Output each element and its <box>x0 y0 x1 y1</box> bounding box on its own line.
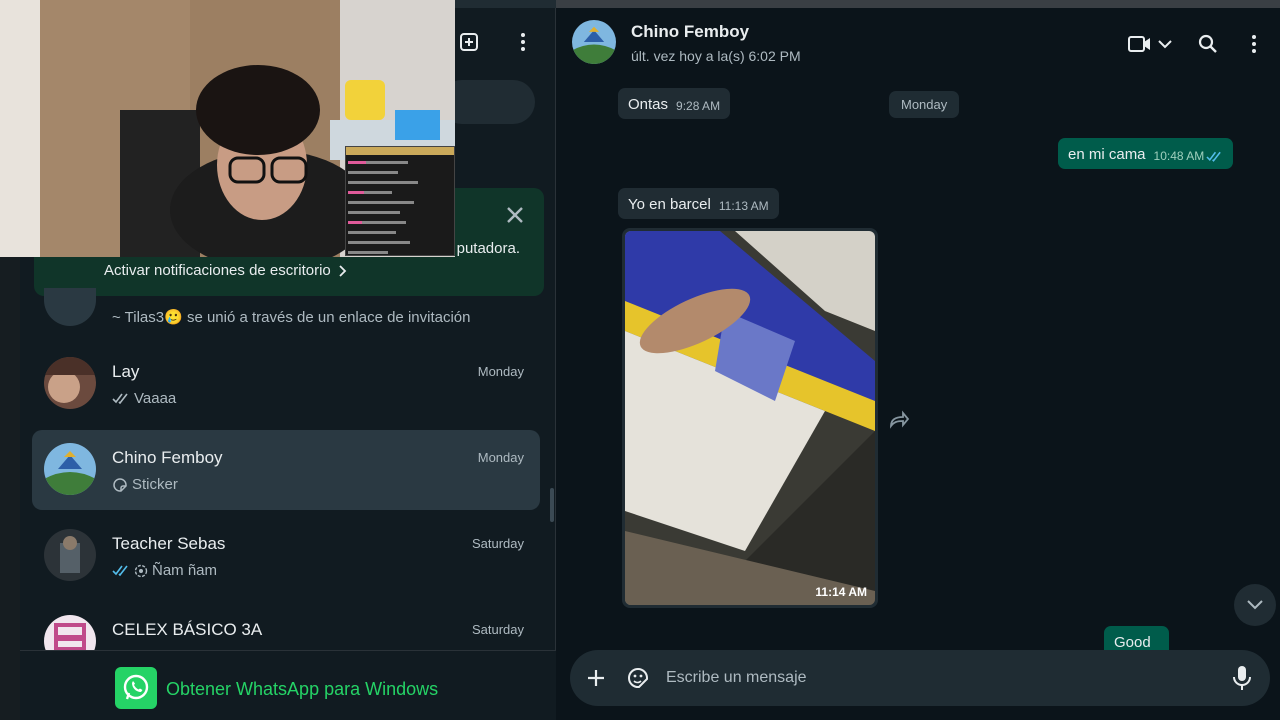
chat-item-teacher-sebas[interactable]: Teacher Sebas Saturday Ñam ñam <box>32 516 540 596</box>
message-time: 9:28 AM <box>676 99 721 113</box>
message-text: en mi cama <box>1068 146 1146 163</box>
day-divider: Monday <box>889 91 960 118</box>
message-text: Yo en barcel <box>628 196 711 213</box>
chat-time: Monday <box>477 364 524 379</box>
view-once-icon <box>134 564 148 577</box>
photo-image[interactable]: 11:14 AM <box>625 231 875 605</box>
read-receipt-icon <box>112 393 128 404</box>
menu-icon[interactable] <box>1242 32 1266 56</box>
message-input[interactable] <box>666 660 1206 696</box>
message-meta: 10:48 AM <box>1154 149 1224 163</box>
sticker-icon <box>113 477 127 492</box>
sidebar-scrollbar[interactable] <box>550 488 554 522</box>
notification-description: putadora. <box>456 240 520 257</box>
message-composer <box>570 650 1270 706</box>
chevron-down-icon <box>1158 40 1172 49</box>
video-call-button[interactable] <box>1126 32 1174 56</box>
contact-name: Chino Femboy <box>631 22 750 41</box>
message-time: 10:48 AM <box>1153 149 1205 163</box>
menu-icon[interactable] <box>511 30 535 54</box>
avatar <box>44 357 96 409</box>
avatar <box>44 288 96 326</box>
message-time: 11:14 AM <box>815 585 867 599</box>
mic-icon[interactable] <box>1230 664 1254 692</box>
enable-notifications-link[interactable]: Activar notificaciones de escritorio <box>104 262 347 279</box>
read-receipt-icon <box>112 565 128 576</box>
chat-name: Lay <box>112 362 140 381</box>
sidebar-actions <box>457 30 535 54</box>
chevron-down-icon <box>1247 600 1263 610</box>
webcam-overlay <box>0 0 455 257</box>
message-incoming[interactable]: Yo en barcel 11:13 AM <box>618 188 779 219</box>
chat-time: Saturday <box>471 622 524 637</box>
join-message: ~ Tilas3🥲 se unió a través de un enlace … <box>112 309 471 326</box>
chat-name: Teacher Sebas <box>112 534 226 553</box>
chat-time: Saturday <box>471 536 524 551</box>
chevron-right-icon <box>339 264 347 277</box>
message-time: 11:13 AM <box>718 199 769 213</box>
forward-icon[interactable] <box>888 408 910 430</box>
chat-preview: Vaaaa <box>112 390 176 407</box>
avatar[interactable] <box>572 20 616 64</box>
chat-preview: Sticker <box>112 476 178 493</box>
video-call-icon <box>1128 36 1150 52</box>
list-item[interactable]: ~ Tilas3🥲 se unió a través de un enlace … <box>32 288 540 336</box>
close-icon[interactable] <box>504 204 526 226</box>
last-seen: últ. vez hoy a la(s) 6:02 PM <box>631 48 801 64</box>
chat-preview: Ñam ñam <box>112 562 217 579</box>
photo-message[interactable]: 11:14 AM <box>622 228 878 608</box>
read-receipt-icon <box>1206 151 1221 162</box>
new-chat-icon[interactable] <box>457 30 481 54</box>
get-app-banner: Obtener WhatsApp para Windows <box>20 650 556 720</box>
stream-chat-overlay <box>345 146 455 256</box>
avatar <box>44 529 96 581</box>
message-incoming[interactable]: Ontas 9:28 AM <box>618 88 731 119</box>
avatar <box>44 443 96 495</box>
chat-time: Monday <box>477 450 524 465</box>
message-outgoing[interactable]: en mi cama 10:48 AM <box>1058 138 1234 169</box>
conversation-header[interactable]: Chino Femboy últ. vez hoy a la(s) 6:02 P… <box>556 8 1280 80</box>
scroll-to-bottom-button[interactable] <box>1234 584 1276 626</box>
enable-notifications-label: Activar notificaciones de escritorio <box>104 262 331 279</box>
whatsapp-logo <box>115 667 157 709</box>
chat-preview-text: Sticker <box>132 476 178 493</box>
sticker-icon[interactable] <box>626 666 650 690</box>
chat-preview-text: Ñam ñam <box>152 562 218 579</box>
search-icon[interactable] <box>1196 32 1220 56</box>
conversation-panel: Chino Femboy últ. vez hoy a la(s) 6:02 P… <box>556 0 1280 720</box>
chat-name: Chino Femboy <box>112 448 223 467</box>
chat-name: CELEX BÁSICO 3A <box>112 620 263 639</box>
message-text: Ontas <box>628 96 669 113</box>
message-text: Good <box>1114 634 1151 651</box>
plus-icon[interactable] <box>584 666 608 690</box>
get-whatsapp-windows-link[interactable]: Obtener WhatsApp para Windows <box>166 679 438 700</box>
chat-preview-text: Vaaaa <box>134 390 177 407</box>
chat-item-lay[interactable]: Lay Monday Vaaaa <box>32 344 540 424</box>
header-actions <box>1126 32 1266 56</box>
chat-item-chino-femboy[interactable]: Chino Femboy Monday Sticker <box>32 430 540 510</box>
conversation-top-strip <box>556 0 1280 8</box>
